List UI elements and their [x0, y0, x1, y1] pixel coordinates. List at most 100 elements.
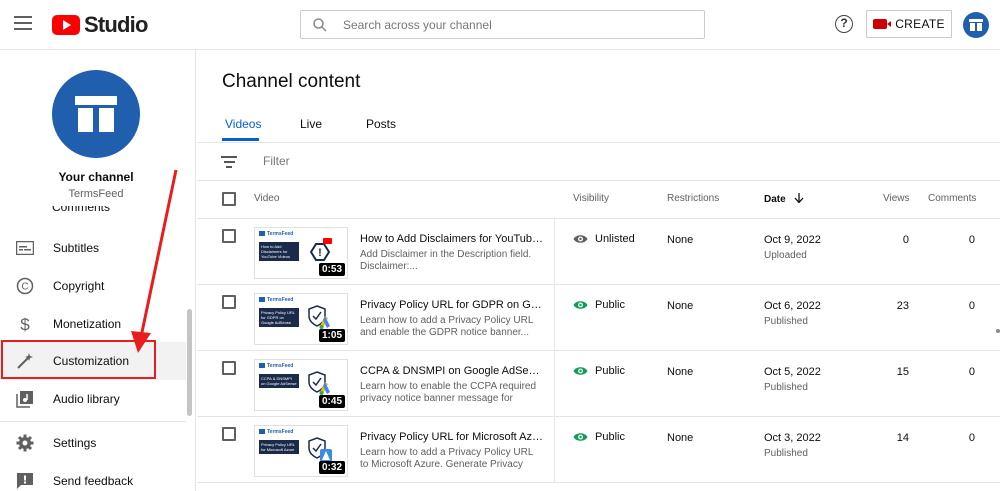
- sidebar-item-label: Settings: [53, 436, 97, 450]
- dollar-icon: $: [16, 315, 34, 333]
- tab-videos[interactable]: Videos: [225, 117, 261, 131]
- microsoft-azure-art-icon: [308, 437, 332, 462]
- video-thumbnail[interactable]: TermsFeed How to Add Disclaimers for You…: [254, 227, 348, 279]
- sidebar-item-send-feedback[interactable]: Send feedback: [0, 462, 186, 491]
- visibility-cell[interactable]: Public: [573, 431, 625, 443]
- visibility-label: Public: [595, 365, 625, 377]
- table-row[interactable]: TermsFeed Privacy Policy URL for GDPR on…: [197, 285, 1000, 351]
- restrictions-cell: None: [667, 432, 694, 444]
- row-checkbox[interactable]: [222, 229, 236, 243]
- search-input[interactable]: [343, 17, 673, 32]
- account-avatar[interactable]: [963, 12, 989, 38]
- studio-logo[interactable]: Studio: [52, 12, 148, 38]
- tab-posts[interactable]: Posts: [366, 117, 396, 131]
- search-box[interactable]: [300, 10, 705, 39]
- sidebar-divider: [0, 421, 186, 422]
- top-bar: Studio ? CREATE: [0, 0, 1000, 50]
- select-all-checkbox[interactable]: [222, 192, 236, 206]
- thumb-caption: CCPA & DNSMPI on Google AdSense: [259, 374, 299, 388]
- row-checkbox[interactable]: [222, 361, 236, 375]
- row-checkbox[interactable]: [222, 427, 236, 441]
- gear-icon: [16, 434, 34, 452]
- visibility-label: Public: [595, 431, 625, 443]
- google-adsense-art-icon: [308, 305, 330, 329]
- video-title[interactable]: Privacy Policy URL for GDPR on Googl...: [360, 299, 545, 311]
- google-adsense-art-icon: [308, 371, 330, 395]
- column-header-comments[interactable]: Comments: [928, 193, 976, 204]
- help-icon[interactable]: ?: [835, 15, 853, 33]
- youtube-disclaimer-art-icon: !: [309, 238, 332, 261]
- sidebar-item-label: Audio library: [53, 392, 120, 406]
- thumb-brand: TermsFeed: [259, 231, 293, 237]
- thumb-caption: Privacy Policy URL for GDPR on Google Ad…: [259, 308, 299, 327]
- visibility-cell[interactable]: Public: [573, 299, 625, 311]
- video-duration: 1:05: [318, 329, 345, 342]
- column-header-video: Video: [254, 193, 280, 204]
- filter-input[interactable]: Filter: [263, 154, 290, 168]
- row-marker: [996, 329, 1000, 333]
- visibility-label: Unlisted: [595, 233, 635, 245]
- filter-divider: [197, 180, 1000, 181]
- comments-cell: 0: [968, 234, 975, 246]
- date-cell: Oct 6, 2022: [764, 300, 821, 312]
- restrictions-cell: None: [667, 300, 694, 312]
- comments-cell: 0: [968, 300, 975, 312]
- termsfeed-logo-icon: [969, 19, 983, 31]
- thumb-brand: TermsFeed: [259, 297, 293, 303]
- create-button[interactable]: CREATE: [866, 10, 952, 38]
- svg-text:C: C: [21, 282, 28, 293]
- table-row[interactable]: TermsFeed Privacy Policy URL for Microso…: [197, 417, 1000, 483]
- video-thumbnail[interactable]: TermsFeed Privacy Policy URL for Microso…: [254, 425, 348, 477]
- column-header-views[interactable]: Views: [883, 193, 910, 204]
- create-label: CREATE: [895, 17, 945, 31]
- views-cell: 0: [902, 234, 909, 246]
- sidebar-item-label: Copyright: [53, 279, 105, 293]
- table-row[interactable]: TermsFeed How to Add Disclaimers for You…: [197, 219, 1000, 285]
- date-status: Published: [764, 316, 808, 327]
- video-title[interactable]: Privacy Policy URL for Microsoft Azure: [360, 431, 545, 443]
- video-camera-icon: [873, 19, 892, 29]
- hamburger-menu-icon[interactable]: [14, 16, 32, 30]
- comments-cell: 0: [968, 366, 975, 378]
- visibility-cell[interactable]: Public: [573, 365, 625, 377]
- column-header-visibility[interactable]: Visibility: [573, 193, 609, 204]
- table-row[interactable]: TermsFeed CCPA & DNSMPI on Google AdSens…: [197, 351, 1000, 417]
- tab-live[interactable]: Live: [300, 117, 322, 131]
- video-title[interactable]: CCPA & DNSMPI on Google AdSense: [360, 365, 545, 377]
- video-thumbnail[interactable]: TermsFeed CCPA & DNSMPI on Google AdSens…: [254, 359, 348, 411]
- sort-arrow-down-icon: [794, 193, 804, 204]
- sidebar-item-audio-library[interactable]: Audio library: [0, 380, 186, 418]
- video-title[interactable]: How to Add Disclaimers for YouTube ...: [360, 233, 545, 245]
- video-description: Learn how to enable the CCPA required pr…: [360, 381, 537, 404]
- row-checkbox[interactable]: [222, 295, 236, 309]
- column-header-restrictions[interactable]: Restrictions: [667, 193, 719, 204]
- video-duration: 0:53: [318, 263, 345, 276]
- filter-icon[interactable]: [221, 156, 237, 171]
- column-separator: [554, 417, 555, 483]
- video-thumbnail[interactable]: TermsFeed Privacy Policy URL for GDPR on…: [254, 293, 348, 345]
- logo-text: Studio: [84, 12, 148, 37]
- youtube-logo-icon: [52, 15, 80, 35]
- svg-text:$: $: [20, 315, 30, 333]
- date-cell: Oct 9, 2022: [764, 234, 821, 246]
- views-cell: 15: [896, 366, 909, 378]
- column-header-date[interactable]: Date: [764, 193, 804, 205]
- eye-icon: [573, 235, 588, 243]
- audio-library-icon: [16, 390, 34, 408]
- sidebar-item-label: Send feedback: [53, 474, 134, 488]
- sidebar-item-comments-partial[interactable]: Comments: [52, 206, 110, 214]
- video-description: Learn how to add a Privacy Policy URL to…: [360, 447, 534, 470]
- date-status: Published: [764, 382, 808, 393]
- views-cell: 14: [896, 432, 909, 444]
- visibility-cell[interactable]: Unlisted: [573, 233, 635, 245]
- date-status: Published: [764, 448, 808, 459]
- restrictions-cell: None: [667, 234, 694, 246]
- video-duration: 0:32: [318, 461, 345, 474]
- annotation-arrow: [131, 169, 178, 353]
- date-cell: Oct 3, 2022: [764, 432, 821, 444]
- page-title: Channel content: [222, 71, 361, 92]
- date-status: Uploaded: [764, 250, 807, 261]
- sidebar-item-settings[interactable]: Settings: [0, 424, 186, 462]
- channel-avatar[interactable]: [52, 70, 140, 158]
- thumb-brand: TermsFeed: [259, 429, 293, 435]
